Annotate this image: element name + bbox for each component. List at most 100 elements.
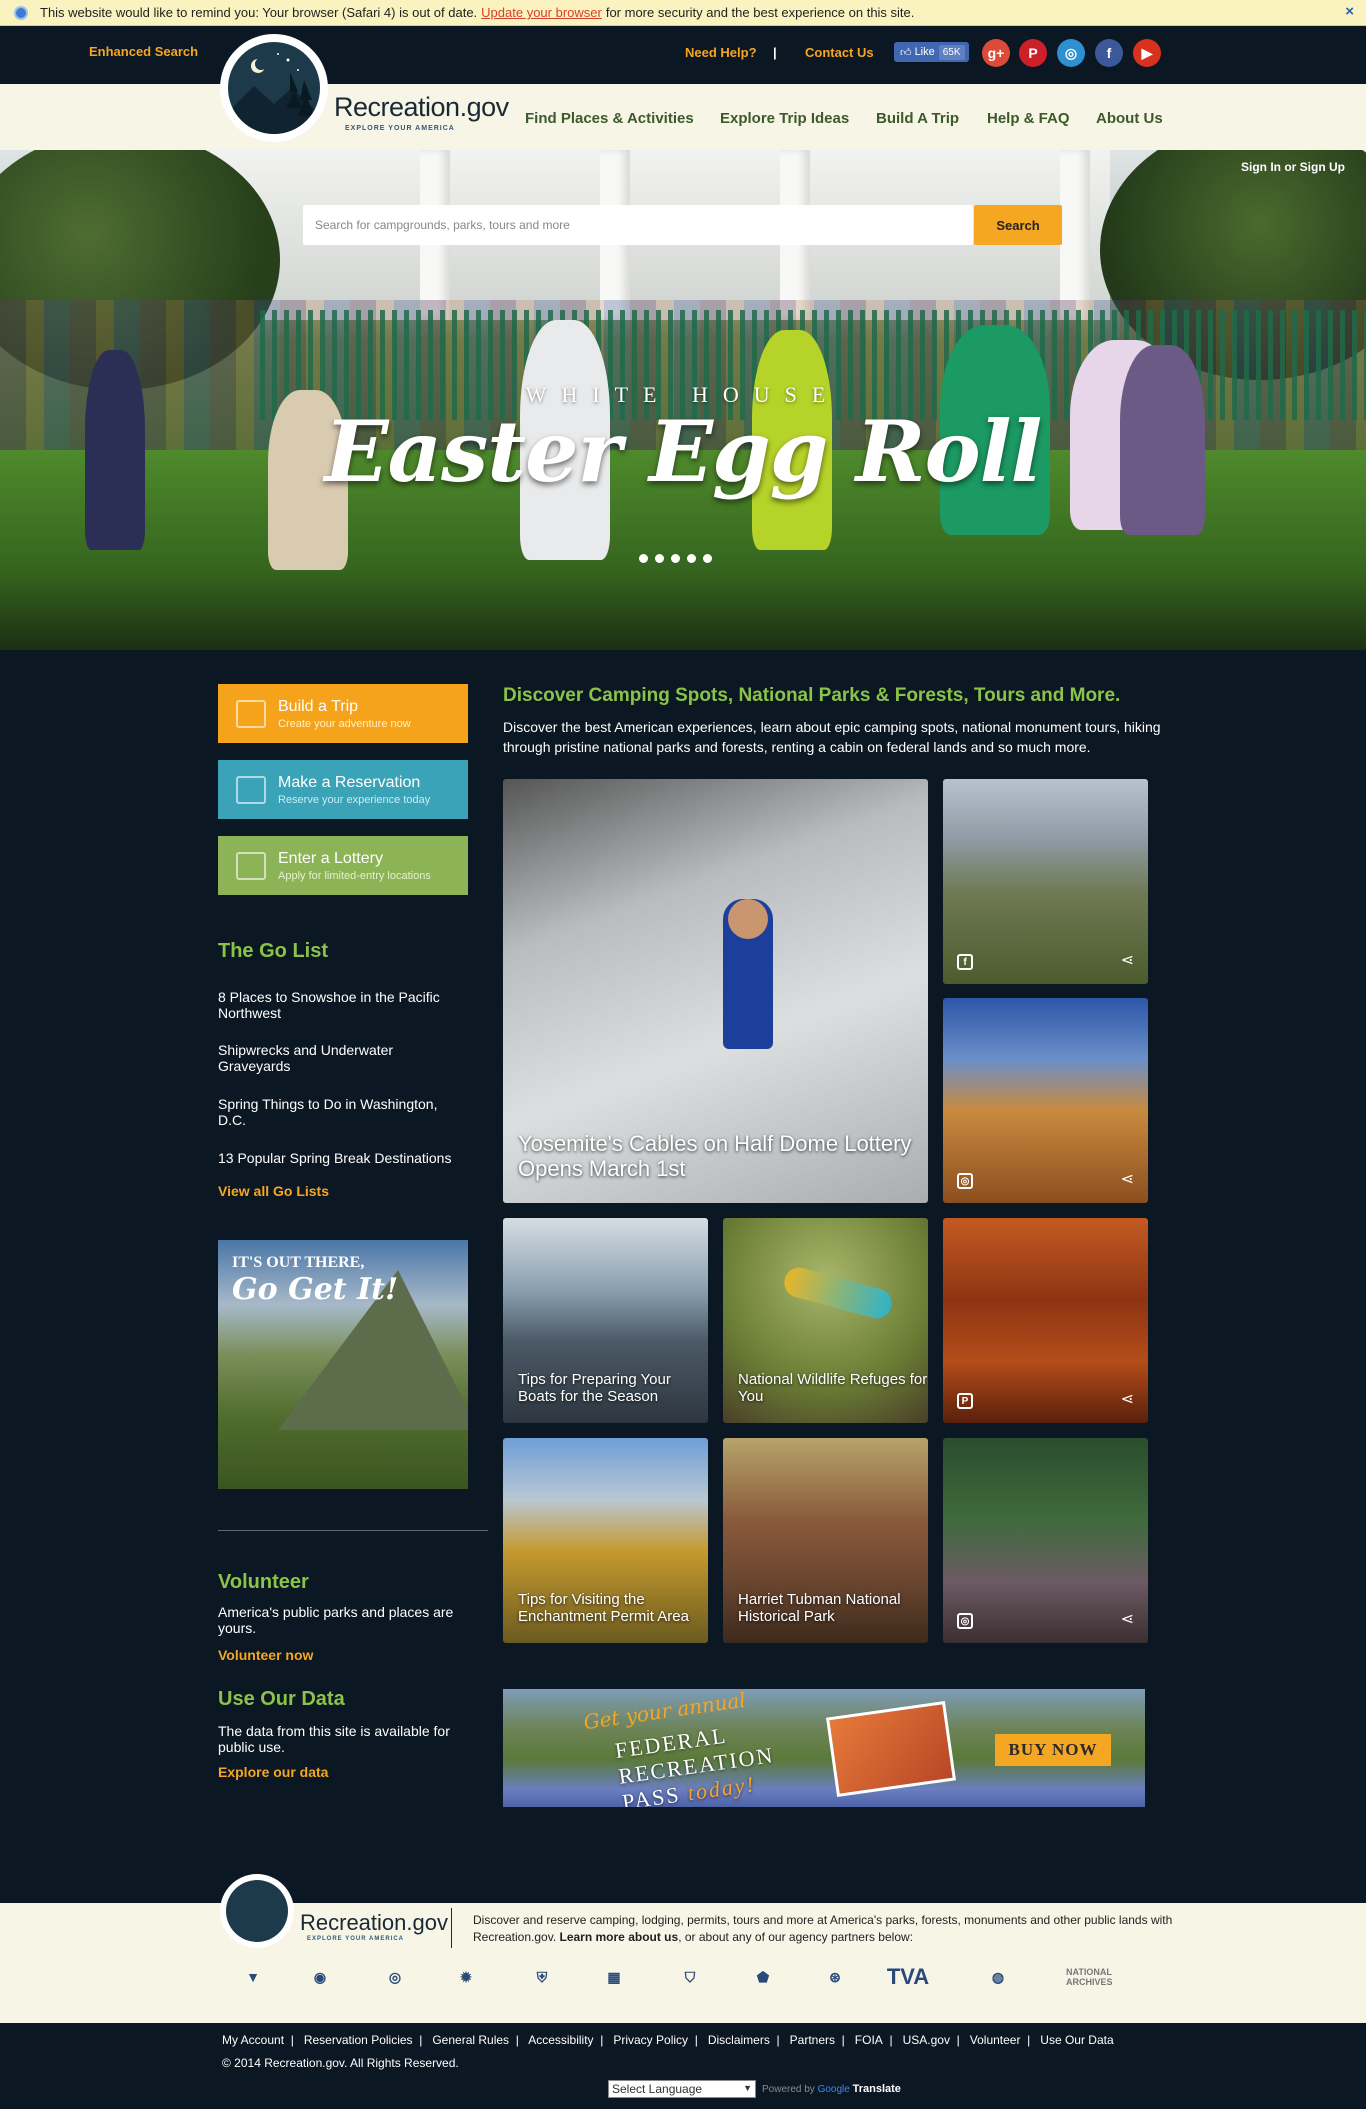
view-all-golists-link[interactable]: View all Go Lists	[218, 1183, 329, 1199]
usfs-logo-icon[interactable]: ⛨	[520, 1955, 564, 1999]
footer-link[interactable]: Accessibility	[528, 2033, 593, 2047]
pinterest-icon[interactable]: P	[1019, 39, 1047, 67]
tile-elk[interactable]: f ⋖	[943, 779, 1148, 984]
explore-data-link[interactable]: Explore our data	[218, 1764, 328, 1780]
tile-caption: Tips for Preparing Your Boats for the Se…	[518, 1371, 671, 1405]
site-logo[interactable]	[220, 34, 328, 142]
nav-build-a-trip[interactable]: Build A Trip	[876, 110, 959, 127]
footer-link[interactable]: FOIA	[855, 2033, 883, 2047]
hero-search-input[interactable]: Search for campgrounds, parks, tours and…	[303, 205, 973, 245]
tile-caption: Yosemite's Cables on Half Dome Lottery O…	[518, 1131, 912, 1181]
nps-logo-icon[interactable]: ⬟	[741, 1955, 785, 1999]
tile-caption: National Wildlife Refuges for You	[738, 1371, 928, 1405]
tile-hikers[interactable]: ◎ ⋖	[943, 1438, 1148, 1643]
footer-logo[interactable]	[220, 1874, 294, 1948]
share-icon[interactable]: ⋖	[1121, 1389, 1134, 1409]
enhanced-search-link[interactable]: Enhanced Search	[89, 44, 198, 59]
usace-logo-icon[interactable]: ▦	[592, 1955, 636, 1999]
divider	[218, 1530, 488, 1531]
tile-boats[interactable]: Tips for Preparing Your Boats for the Se…	[503, 1218, 708, 1423]
need-help-link[interactable]: Need Help?	[685, 45, 757, 60]
federal-pass-banner[interactable]: Get your annual FEDERAL RECREATION PASS …	[503, 1689, 1145, 1807]
nav-help-faq[interactable]: Help & FAQ	[987, 110, 1070, 127]
language-select-value: Select Language	[612, 2082, 703, 2096]
nav-explore-trip-ideas[interactable]: Explore Trip Ideas	[720, 110, 849, 127]
hero-title: Easter Egg Roll	[324, 402, 1043, 501]
golist-item[interactable]: Shipwrecks and Underwater Graveyards	[218, 1042, 458, 1074]
hero-carousel[interactable]: Search for campgrounds, parks, tours and…	[0, 150, 1366, 650]
hero-search-button[interactable]: Search	[974, 205, 1062, 245]
noaa-logo-icon[interactable]: ◎	[373, 1955, 417, 1999]
facebook-icon[interactable]: f	[957, 954, 973, 970]
footer-link[interactable]: Use Our Data	[1040, 2033, 1113, 2047]
carousel-dot[interactable]	[655, 554, 664, 563]
cta-subtitle: Apply for limited-entry locations	[278, 869, 431, 882]
close-icon[interactable]: ×	[1345, 3, 1354, 20]
golist-item[interactable]: 8 Places to Snowshoe in the Pacific Nort…	[218, 989, 458, 1021]
logo-emblem	[228, 42, 320, 134]
footer-link[interactable]: Disclaimers	[708, 2033, 770, 2047]
footer-link[interactable]: Privacy Policy	[613, 2033, 688, 2047]
carousel-dot[interactable]	[639, 554, 648, 563]
contact-us-link[interactable]: Contact Us	[805, 45, 874, 60]
share-icon[interactable]: ⋖	[1121, 950, 1134, 970]
nav-find-places[interactable]: Find Places & Activities	[525, 110, 694, 127]
footer-link[interactable]: Reservation Policies	[304, 2033, 413, 2047]
build-a-trip-button[interactable]: Build a Trip Create your adventure now	[218, 684, 468, 743]
instagram-icon[interactable]: ◎	[957, 1173, 973, 1189]
blm-logo-icon[interactable]: ▼	[231, 1955, 275, 1999]
fws-logo-icon[interactable]: ⛉	[668, 1955, 712, 1999]
usgs-logo-icon[interactable]: ◍	[958, 1955, 1038, 1999]
facebook-icon[interactable]: f	[1095, 39, 1123, 67]
tile-wildlife[interactable]: National Wildlife Refuges for You	[723, 1218, 928, 1423]
learn-more-link[interactable]: Learn more about us	[560, 1930, 679, 1944]
share-icon[interactable]: ⋖	[1121, 1169, 1134, 1189]
usda-logo-icon[interactable]: ✹	[444, 1955, 488, 1999]
pinterest-icon[interactable]: P	[957, 1393, 973, 1409]
carousel-dot[interactable]	[671, 554, 680, 563]
volunteer-now-link[interactable]: Volunteer now	[218, 1647, 313, 1663]
sign-in-link[interactable]: Sign In or Sign Up	[1241, 160, 1345, 174]
enter-lottery-button[interactable]: Enter a Lottery Apply for limited-entry …	[218, 836, 468, 895]
footer-link[interactable]: Volunteer	[970, 2033, 1021, 2047]
instagram-icon[interactable]: ◎	[1057, 39, 1085, 67]
thumbs-up-icon: 👍︎	[900, 46, 912, 59]
logo-subtitle: EXPLORE YOUR AMERICA	[345, 125, 455, 132]
google-logo: Google	[817, 2084, 850, 2095]
language-select[interactable]: Select Language ▼	[608, 2080, 756, 2098]
facebook-like-button[interactable]: 👍︎ Like 65K	[894, 42, 969, 62]
cta-subtitle: Reserve your experience today	[278, 793, 431, 806]
make-reservation-button[interactable]: Make a Reservation Reserve your experien…	[218, 760, 468, 819]
logo-title[interactable]: Recreation.gov	[334, 92, 509, 123]
footer-link[interactable]: USA.gov	[903, 2033, 950, 2047]
tva-logo-icon[interactable]: TVA	[886, 1955, 930, 1999]
bor-logo-icon[interactable]: ◉	[298, 1955, 342, 1999]
carousel-dot[interactable]	[687, 554, 696, 563]
translate-link[interactable]: Translate	[853, 2083, 901, 2095]
nav-about-us[interactable]: About Us	[1096, 110, 1163, 127]
golist-item[interactable]: 13 Popular Spring Break Destinations	[218, 1150, 458, 1166]
map-icon	[236, 699, 266, 728]
buy-now-button[interactable]: BUY NOW	[995, 1734, 1111, 1766]
footer-description: Discover and reserve camping, lodging, p…	[473, 1912, 1173, 1946]
tile-tubman[interactable]: Harriet Tubman National Historical Park	[723, 1438, 928, 1643]
golist-item[interactable]: Spring Things to Do in Washington, D.C.	[218, 1096, 458, 1128]
national-archives-logo-icon[interactable]: NATIONAL ARCHIVES	[1066, 1955, 1146, 1999]
powered-by-google: Powered by Google Translate	[762, 2083, 901, 2095]
update-browser-link[interactable]: Update your browser	[481, 5, 602, 20]
tile-canyon[interactable]: P ⋖	[943, 1218, 1148, 1423]
google-plus-icon[interactable]: g+	[982, 39, 1010, 67]
tile-arch[interactable]: ◎ ⋖	[943, 998, 1148, 1203]
carousel-dot[interactable]	[703, 554, 712, 563]
footer-link[interactable]: General Rules	[432, 2033, 509, 2047]
footer-link[interactable]: Partners	[790, 2033, 835, 2047]
instagram-icon[interactable]: ◎	[957, 1613, 973, 1629]
golist-title: The Go List	[218, 940, 328, 962]
share-icon[interactable]: ⋖	[1121, 1609, 1134, 1629]
go-get-it-promo[interactable]: IT'S OUT THERE, Go Get It!	[218, 1240, 468, 1489]
tile-half-dome[interactable]: Yosemite's Cables on Half Dome Lottery O…	[503, 779, 928, 1203]
tile-enchantment[interactable]: Tips for Visiting the Enchantment Permit…	[503, 1438, 708, 1643]
footer-link[interactable]: My Account	[222, 2033, 284, 2047]
treasury-logo-icon[interactable]: ⊛	[813, 1955, 857, 1999]
youtube-icon[interactable]: ▶	[1133, 39, 1161, 67]
